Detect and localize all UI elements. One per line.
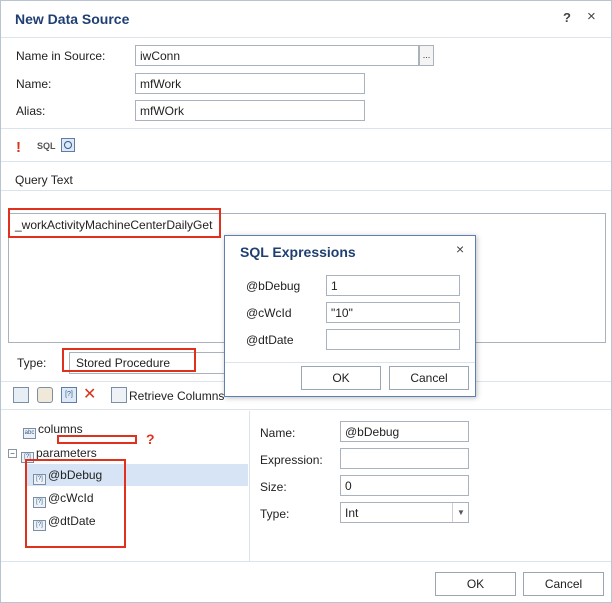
sql-expressions-title: SQL Expressions (240, 244, 356, 260)
add-expression-icon[interactable] (37, 387, 53, 403)
columns-label: columns (38, 422, 83, 436)
alias-field[interactable]: mfWOrk (135, 100, 365, 121)
chevron-down-icon[interactable]: ▼ (452, 503, 469, 522)
sqlexp-label-dtdate: @dtDate (246, 333, 294, 347)
sqlexp-label-cwcid: @cWcId (246, 306, 292, 320)
sqlexp-ok-button[interactable]: OK (301, 366, 381, 390)
prop-name-label: Name: (260, 426, 296, 440)
toolbar-separator (1, 161, 611, 162)
dialog-title: New Data Source (15, 11, 130, 27)
columns-highlight-box (57, 435, 137, 444)
parameters-expander[interactable]: − (8, 449, 17, 458)
cancel-button[interactable]: Cancel (523, 572, 604, 596)
name-in-source-field[interactable]: iwConn (135, 45, 419, 66)
sqlexp-field-bdebug[interactable]: 1 (326, 275, 460, 296)
alias-label: Alias: (16, 104, 46, 118)
prop-expression-label: Expression: (260, 453, 323, 467)
name-label: Name: (16, 77, 52, 91)
prop-type-label: Type: (260, 507, 290, 521)
form-separator (1, 128, 611, 129)
query-preview-icon[interactable] (61, 138, 75, 152)
query-text-label: Query Text (15, 173, 73, 187)
sqlexp-label-bdebug: @bDebug (246, 279, 301, 293)
exclamation-icon[interactable]: ! (16, 139, 21, 156)
question-mark-icon: ? (146, 431, 155, 447)
close-icon[interactable]: × (587, 8, 596, 25)
delete-icon[interactable]: ✕ (83, 387, 99, 403)
sqlexp-cancel-button[interactable]: Cancel (389, 366, 469, 390)
name-field[interactable]: mfWork (135, 73, 365, 94)
sql-icon[interactable]: SQL (37, 141, 56, 151)
footer-separator (1, 561, 611, 562)
add-parameter-icon[interactable]: [?] (61, 387, 77, 403)
query-highlight-box (8, 208, 221, 238)
prop-name-field[interactable]: @bDebug (340, 421, 469, 442)
sqlexp-separator (225, 362, 475, 363)
parameters-highlight-box (25, 459, 126, 548)
parameters-label: parameters (36, 446, 97, 460)
dialog-titlebar: New Data Source ? × (1, 1, 611, 37)
query-label-separator (1, 190, 611, 191)
panel-divider (249, 411, 250, 561)
ok-button[interactable]: OK (435, 572, 516, 596)
type-label: Type: (17, 356, 47, 370)
retrieve-columns-button[interactable]: Retrieve Columns (129, 389, 224, 403)
retrieve-columns-icon[interactable] (111, 387, 127, 403)
add-column-icon[interactable] (13, 387, 29, 403)
prop-size-label: Size: (260, 480, 287, 494)
name-in-source-label: Name in Source: (16, 49, 106, 63)
prop-expression-field[interactable] (340, 448, 469, 469)
title-separator (1, 37, 611, 38)
help-icon[interactable]: ? (563, 10, 571, 25)
sqlexp-field-dtdate[interactable] (326, 329, 460, 350)
sql-expressions-dialog: SQL Expressions × @bDebug 1 @cWcId "10" … (224, 235, 476, 397)
columns-icon: abc (23, 428, 36, 439)
toolbar2-separator (1, 409, 611, 410)
prop-size-field[interactable]: 0 (340, 475, 469, 496)
type-highlight-box (62, 348, 196, 372)
prop-type-select[interactable]: Int (340, 502, 469, 523)
new-data-source-dialog: New Data Source ? × Name in Source: iwCo… (0, 0, 612, 603)
sqlexp-field-cwcid[interactable]: "10" (326, 302, 460, 323)
close-icon[interactable]: × (456, 241, 464, 257)
browse-button[interactable]: ... (419, 45, 434, 66)
